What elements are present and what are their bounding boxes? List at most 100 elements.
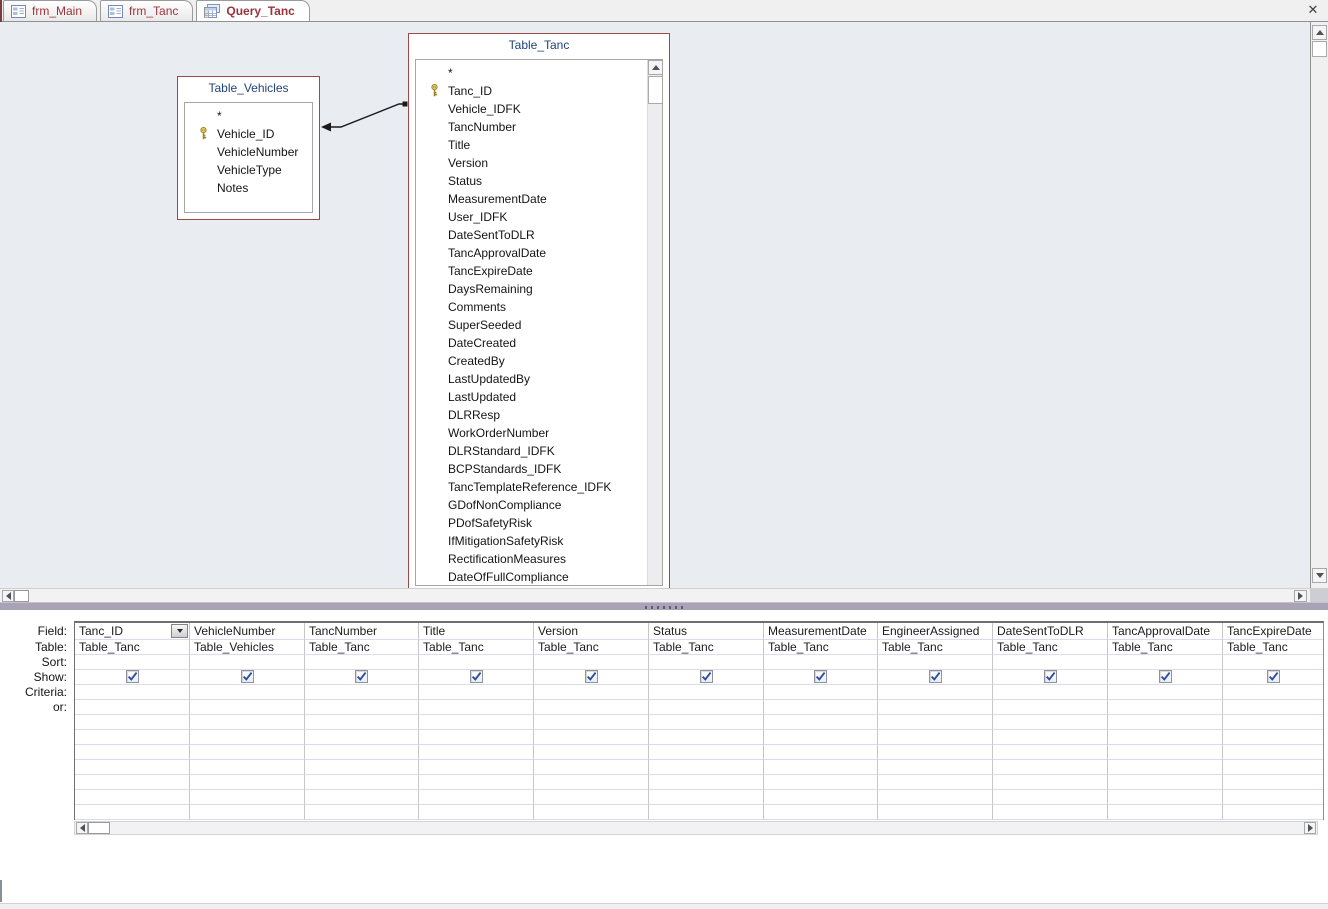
scroll-thumb[interactable] [648,76,662,104]
field-item[interactable]: TancNumber [416,118,662,136]
table-cell[interactable]: Table_Tanc [1108,640,1223,655]
scroll-up-button[interactable] [1312,25,1327,40]
empty-cell[interactable] [75,745,190,760]
table-box-title[interactable]: Table_Tanc [409,34,669,57]
scroll-left-button[interactable] [2,590,14,602]
sort-cell[interactable] [1223,655,1323,670]
field-item[interactable]: User_IDFK [416,208,662,226]
tab-frm_Main[interactable]: frm_Main [3,0,98,21]
empty-cell[interactable] [993,745,1108,760]
empty-cell[interactable] [1223,805,1323,820]
field-item[interactable]: Version [416,154,662,172]
empty-cell[interactable] [534,805,649,820]
field-item[interactable]: Comments [416,298,662,316]
empty-cell[interactable] [305,745,419,760]
empty-cell[interactable] [649,790,764,805]
or-cell[interactable] [878,700,993,715]
empty-cell[interactable] [305,775,419,790]
field-cell[interactable]: TancApprovalDate [1108,623,1223,640]
empty-cell[interactable] [190,730,305,745]
field-item[interactable]: LastUpdatedBy [416,370,662,388]
empty-cell[interactable] [878,760,993,775]
empty-cell[interactable] [190,805,305,820]
field-item[interactable]: Status [416,172,662,190]
table-cell[interactable]: Table_Tanc [764,640,878,655]
close-button[interactable]: ✕ [1305,2,1321,18]
empty-cell[interactable] [649,805,764,820]
empty-cell[interactable] [419,745,534,760]
empty-cell[interactable] [190,715,305,730]
field-item[interactable]: * [185,107,312,125]
empty-cell[interactable] [534,745,649,760]
design-vertical-scrollbar[interactable] [1310,22,1328,588]
empty-cell[interactable] [764,760,878,775]
or-cell[interactable] [190,700,305,715]
table-box-Table_Tanc[interactable]: Table_Tanc * Tanc_ID Vehicle_IDFK TancNumber… [408,33,670,588]
field-cell[interactable]: Title [419,623,534,640]
field-cell[interactable]: DateSentToDLR [993,623,1108,640]
or-cell[interactable] [534,700,649,715]
sort-cell[interactable] [419,655,534,670]
empty-cell[interactable] [534,760,649,775]
table-cell[interactable]: Table_Tanc [419,640,534,655]
field-item[interactable]: DaysRemaining [416,280,662,298]
empty-cell[interactable] [75,715,190,730]
empty-cell[interactable] [878,745,993,760]
sort-cell[interactable] [993,655,1108,670]
or-cell[interactable] [419,700,534,715]
show-checkbox[interactable] [1266,670,1280,683]
empty-cell[interactable] [649,745,764,760]
empty-cell[interactable] [1108,745,1223,760]
empty-cell[interactable] [764,775,878,790]
scroll-down-button[interactable] [1312,568,1327,583]
scroll-up-button[interactable] [648,60,662,75]
sort-cell[interactable] [534,655,649,670]
criteria-cell[interactable] [419,685,534,700]
query-design-surface[interactable]: Table_Vehicles * Vehicle_ID VehicleNumber Ve… [0,22,1310,588]
scroll-right-button[interactable] [1294,590,1307,602]
field-item[interactable]: CreatedBy [416,352,662,370]
table-box-title[interactable]: Table_Vehicles [178,77,319,100]
table-cell[interactable]: Table_Tanc [75,640,190,655]
empty-cell[interactable] [878,790,993,805]
field-item[interactable]: * [416,64,662,82]
empty-cell[interactable] [419,805,534,820]
field-item[interactable]: IfMitigationSafetyRisk [416,532,662,550]
table-cell[interactable]: Table_Tanc [878,640,993,655]
show-checkbox[interactable] [355,670,368,683]
field-cell[interactable]: TancNumber [305,623,419,640]
field-cell[interactable]: EngineerAssigned [878,623,993,640]
empty-cell[interactable] [1108,790,1223,805]
field-cell[interactable]: Version [534,623,649,640]
empty-cell[interactable] [878,805,993,820]
tab-frm_Tanc[interactable]: frm_Tanc [100,0,194,21]
or-cell[interactable] [1108,700,1223,715]
empty-cell[interactable] [1108,775,1223,790]
field-item[interactable]: MeasurementDate [416,190,662,208]
or-cell[interactable] [305,700,419,715]
pane-splitter[interactable] [0,602,1328,610]
field-item[interactable]: TancApprovalDate [416,244,662,262]
empty-cell[interactable] [190,775,305,790]
criteria-cell[interactable] [993,685,1108,700]
field-cell[interactable]: Tanc_ID [75,623,190,640]
field-item[interactable]: VehicleNumber [185,143,312,161]
dropdown-button[interactable] [171,624,188,638]
field-item[interactable]: RectificationMeasures [416,550,662,568]
empty-cell[interactable] [75,790,190,805]
empty-cell[interactable] [993,775,1108,790]
or-cell[interactable] [993,700,1108,715]
criteria-cell[interactable] [305,685,419,700]
sort-cell[interactable] [305,655,419,670]
criteria-cell[interactable] [190,685,305,700]
field-item[interactable]: PDofSafetyRisk [416,514,662,532]
empty-cell[interactable] [649,715,764,730]
empty-cell[interactable] [419,790,534,805]
empty-cell[interactable] [534,790,649,805]
sort-cell[interactable] [764,655,878,670]
empty-cell[interactable] [419,715,534,730]
scroll-thumb[interactable] [14,590,29,602]
empty-cell[interactable] [305,715,419,730]
empty-cell[interactable] [878,730,993,745]
empty-cell[interactable] [764,805,878,820]
